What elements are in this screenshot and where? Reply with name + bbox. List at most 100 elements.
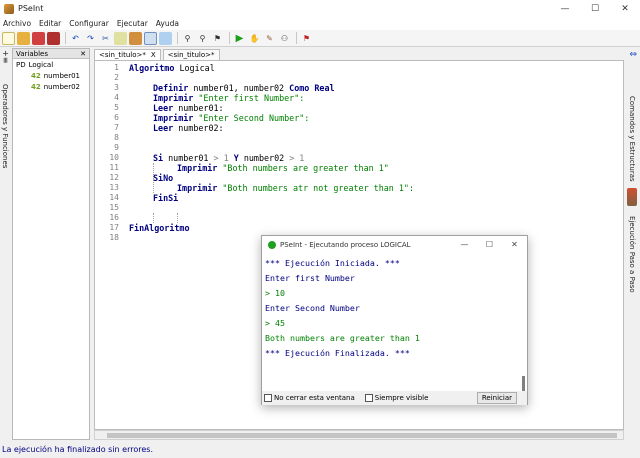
process-icon: PD xyxy=(16,60,26,69)
cut-icon[interactable]: ✂ xyxy=(99,32,112,45)
operators-icon[interactable]: +≡ xyxy=(1,50,10,63)
restart-button[interactable]: Reiniciar xyxy=(476,392,517,404)
save-icon[interactable] xyxy=(32,31,45,45)
close-panel-icon[interactable]: ✕ xyxy=(80,50,86,58)
menu-editar[interactable]: Editar xyxy=(36,19,66,28)
close-button[interactable]: ✕ xyxy=(502,236,527,253)
variable-name: number01 xyxy=(43,71,80,80)
menu-configurar[interactable]: Configurar xyxy=(66,19,114,28)
code-line-17: FinAlgoritmo xyxy=(129,223,190,233)
commands-structures-tab[interactable]: Comandos y Estructuras xyxy=(628,96,636,182)
keyword: SiNo xyxy=(153,173,174,183)
numeric-type-icon: 42 xyxy=(31,71,41,80)
console-scrollbar[interactable] xyxy=(522,376,525,392)
variables-title: Variables xyxy=(16,49,48,58)
app-icon xyxy=(4,3,14,14)
console-line: Enter first Number xyxy=(265,273,355,283)
tab-sin-titulo-1[interactable]: <sin_titulo>* X xyxy=(94,49,161,60)
tab-close-icon[interactable]: X xyxy=(151,51,156,59)
line-number: 4 xyxy=(114,93,119,102)
redo-icon[interactable]: ↷ xyxy=(84,32,97,45)
close-button[interactable]: ✕ xyxy=(610,0,640,17)
toolbar-separator xyxy=(65,32,66,44)
line-number: 16 xyxy=(109,213,119,222)
operator: > xyxy=(289,153,295,163)
line-number: 12 xyxy=(109,173,119,182)
help-icon[interactable]: ⚑ xyxy=(300,32,313,45)
operators-strip: +≡ Operadores y Funciones xyxy=(0,48,12,440)
find-icon[interactable] xyxy=(159,31,172,45)
diagram-icon[interactable]: ⚇ xyxy=(278,32,291,45)
string-literal: "Both numbers atr not greater than 1": xyxy=(222,183,414,193)
line-number: 2 xyxy=(114,73,119,82)
paste-icon[interactable] xyxy=(129,31,142,45)
menu-ayuda[interactable]: Ayuda xyxy=(153,19,184,28)
variables-panel: Variables ✕ PD Logical 42 number01 42 nu… xyxy=(12,48,90,440)
maximize-button[interactable]: ☐ xyxy=(580,0,610,17)
horizontal-scrollbar[interactable] xyxy=(94,430,624,440)
line-number: 17 xyxy=(109,223,119,232)
algorithm-name: Logical xyxy=(28,60,54,69)
always-visible-checkbox[interactable] xyxy=(364,394,373,402)
new-file-icon[interactable] xyxy=(2,31,15,45)
tab-label: <sin_titulo>* xyxy=(167,51,215,59)
maximize-button[interactable]: ☐ xyxy=(477,236,502,253)
operators-functions-tab[interactable]: Operadores y Funciones xyxy=(1,84,9,168)
code-line-7: Leer number02: xyxy=(153,123,224,133)
keyword: Imprimir xyxy=(177,183,218,193)
tab-sin-titulo-2[interactable]: <sin_titulo>* xyxy=(162,49,220,60)
minimize-button[interactable]: — xyxy=(550,0,580,17)
flowchart-icon[interactable]: ⚲ xyxy=(196,32,209,45)
save-as-icon[interactable] xyxy=(47,31,60,45)
step-execution-icon[interactable] xyxy=(627,188,637,206)
step-execution-tab[interactable]: Ejecución Paso a Paso xyxy=(628,216,636,293)
number-literal: 1 xyxy=(223,153,229,163)
open-folder-icon[interactable] xyxy=(17,31,30,45)
menu-archivo[interactable]: Archivo xyxy=(0,19,36,28)
code-line-11: Imprimir "Both numbers are greater than … xyxy=(177,163,389,173)
indent-icon[interactable] xyxy=(144,31,157,45)
commands-icon[interactable]: ⇕ xyxy=(627,50,637,58)
line-number: 6 xyxy=(114,113,119,122)
keyword: FinAlgoritmo xyxy=(129,223,190,233)
execution-window-controls: — ☐ ✕ xyxy=(452,236,527,253)
console-output[interactable]: *** Ejecución Iniciada. *** Enter first … xyxy=(263,254,526,390)
console-line: *** Ejecución Iniciada. *** xyxy=(265,258,400,268)
step-run-icon[interactable]: ✋ xyxy=(248,32,261,45)
code-line-10: Si number01 > 1 Y number02 > 1 xyxy=(153,153,304,163)
execution-title: PSeInt - Ejecutando proceso LOGICAL xyxy=(280,240,411,249)
console-line: > 10 xyxy=(265,288,285,298)
code-line-14: FinSi xyxy=(153,193,178,203)
debug-icon[interactable]: ✎ xyxy=(263,32,276,45)
algorithm-node[interactable]: PD Logical xyxy=(13,59,89,70)
keyword: Y xyxy=(233,153,239,163)
execution-footer: No cerrar esta ventana Siempre visible R… xyxy=(262,391,527,405)
keyword: Definir xyxy=(153,83,189,93)
variable-item[interactable]: 42 number01 xyxy=(13,70,89,81)
numeric-type-icon: 42 xyxy=(31,82,41,91)
window-controls: — ☐ ✕ xyxy=(550,0,640,17)
number-literal: 1 xyxy=(299,153,305,163)
copy-icon[interactable] xyxy=(114,31,127,45)
minimize-button[interactable]: — xyxy=(452,236,477,253)
toolbar-separator xyxy=(229,32,230,44)
keyword: Leer xyxy=(153,123,174,133)
indent-guide xyxy=(153,213,154,223)
variables-header: Variables ✕ xyxy=(13,49,89,59)
undo-icon[interactable]: ↶ xyxy=(69,32,82,45)
menu-bar: Archivo Editar Configurar Ejecutar Ayuda xyxy=(0,17,640,30)
identifier: Logical xyxy=(179,63,215,73)
string-literal: "Both numbers are greater than 1" xyxy=(222,163,389,173)
line-number: 1 xyxy=(114,63,119,72)
find-replace-icon[interactable]: ⚲ xyxy=(181,32,194,45)
scrollbar-thumb[interactable] xyxy=(107,433,617,438)
keep-open-checkbox[interactable] xyxy=(264,394,272,402)
keyword: Algoritmo xyxy=(129,63,175,73)
variable-item[interactable]: 42 number02 xyxy=(13,81,89,92)
toolbar: ↶ ↷ ✂ ⚲ ⚲ ⚑ ▶ ✋ ✎ ⚇ ⚑ xyxy=(0,30,640,47)
check-syntax-icon[interactable]: ⚑ xyxy=(211,32,224,45)
keyword: Imprimir xyxy=(153,93,194,103)
run-icon[interactable]: ▶ xyxy=(233,32,246,45)
always-visible-label: Siempre visible xyxy=(374,394,429,402)
menu-ejecutar[interactable]: Ejecutar xyxy=(114,19,153,28)
